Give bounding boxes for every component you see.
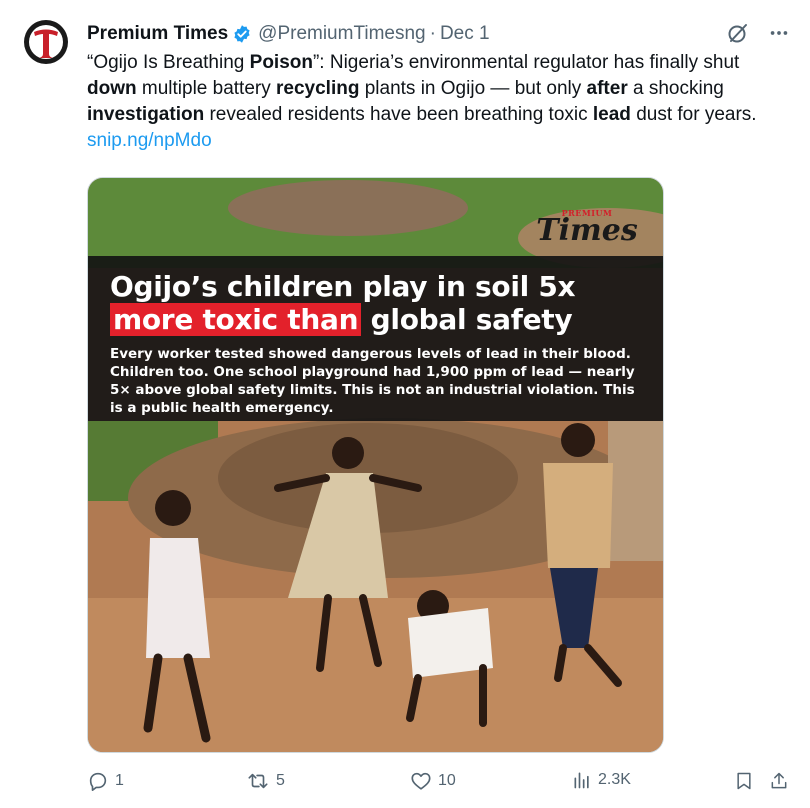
media-logo: PREMIUM Times <box>531 208 643 250</box>
like-button[interactable]: 10 <box>410 770 456 792</box>
tweet-date[interactable]: Dec 1 <box>440 23 490 45</box>
repost-button[interactable]: 5 <box>246 770 285 792</box>
headline-line-1: Ogijo’s children play in soil 5x <box>110 270 576 303</box>
separator: · <box>429 23 436 44</box>
like-count: 10 <box>438 772 456 789</box>
tweet-text-segment: dust for years. <box>630 104 757 125</box>
tweet-text-segment: ”: Nigeria’s environmental regulator has… <box>312 52 740 73</box>
tweet-text-bold: investigation <box>87 104 205 125</box>
media-subtext: Every worker tested showed dangerous lev… <box>110 346 635 416</box>
grok-icon[interactable] <box>726 21 750 45</box>
headline-highlight: more toxic than <box>110 303 362 336</box>
media-headline: Ogijo’s children play in soil 5x more to… <box>110 270 650 336</box>
tweet-text-bold: recycling <box>276 78 360 99</box>
views-button[interactable]: 2.3K <box>572 770 631 790</box>
tweet-text-segment: plants in Ogijo — but only <box>359 78 587 99</box>
reply-button[interactable]: 1 <box>87 770 124 792</box>
share-icon <box>771 772 787 789</box>
views-count: 2.3K <box>598 771 631 788</box>
bookmark-icon <box>737 772 751 790</box>
headline-line-2: global safety <box>361 303 573 336</box>
header-icons <box>726 21 790 45</box>
reply-count: 1 <box>115 772 124 789</box>
tweet-text-segment: multiple battery <box>136 78 277 99</box>
like-icon <box>411 772 431 790</box>
verified-badge-icon <box>234 25 250 43</box>
views-icon <box>574 772 589 789</box>
share-button[interactable] <box>769 770 789 792</box>
tweet-text-bold: Poison <box>249 52 313 73</box>
repost-icon <box>248 773 268 789</box>
display-name[interactable]: Premium Times <box>87 23 228 45</box>
tweet-text-bold: after <box>586 78 628 99</box>
bookmark-button[interactable] <box>734 770 754 792</box>
repost-count: 5 <box>276 772 285 789</box>
tweet-text-bold: down <box>87 78 137 99</box>
more-icon[interactable] <box>768 22 790 44</box>
tweet-text-segment: a shocking <box>627 78 724 99</box>
media-banner: Ogijo’s children play in soil 5x more to… <box>88 256 663 421</box>
tweet-actions: 1 5 10 2.3K <box>87 770 787 800</box>
tweet-text-segment: “Ogijo Is Breathing <box>87 52 250 73</box>
avatar[interactable] <box>22 18 70 66</box>
tweet-text: “Ogijo Is Breathing Poison”: Nigeria’s e… <box>87 50 787 154</box>
premium-times-logo-icon <box>24 20 68 64</box>
tweet-link[interactable]: snip.ng/npMdo <box>87 130 212 151</box>
tweet-header: Premium Times @PremiumTimesng · Dec 1 <box>87 21 790 47</box>
tweet-text-segment: revealed residents have been breathing t… <box>204 104 593 125</box>
handle[interactable]: @PremiumTimesng <box>258 23 425 45</box>
logo-main-text: Times <box>536 213 638 248</box>
tweet-media-image[interactable]: PREMIUM Times Ogijo’s children play in s… <box>87 177 664 753</box>
reply-icon <box>89 772 107 791</box>
tweet-text-bold: lead <box>592 104 631 125</box>
